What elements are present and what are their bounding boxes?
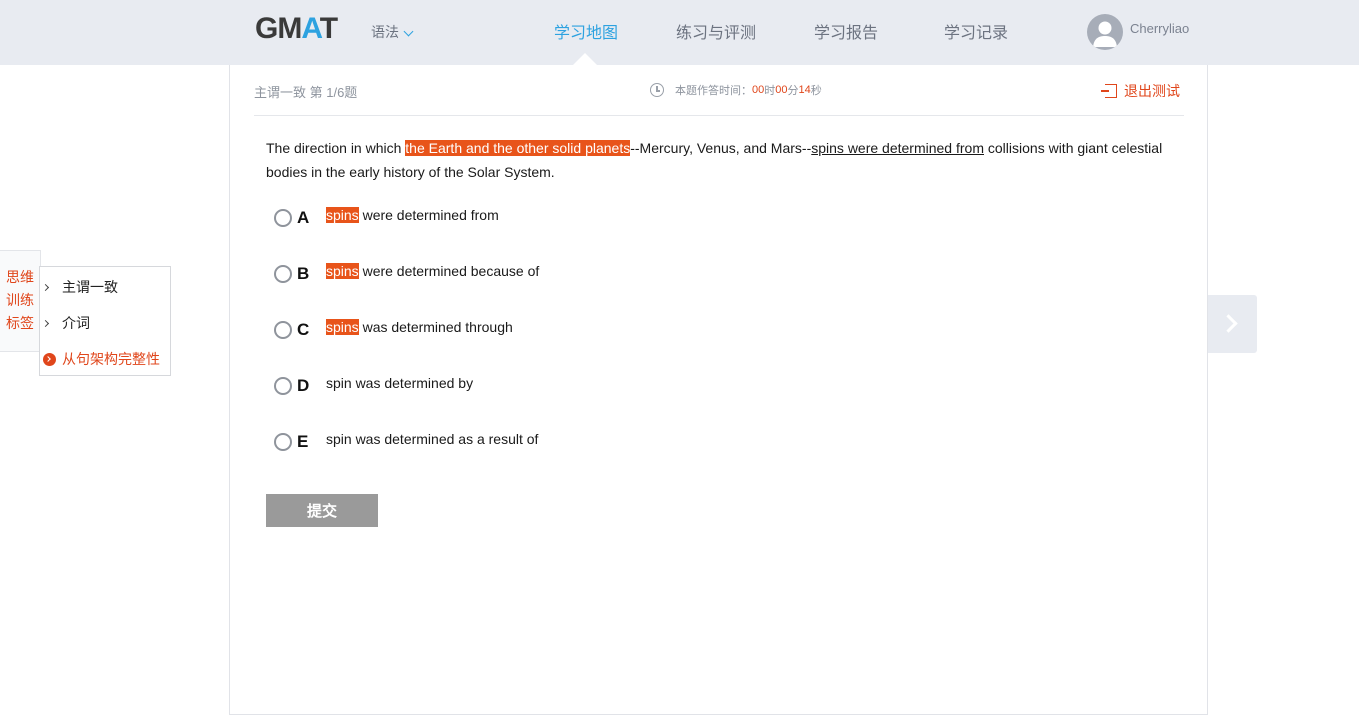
header-divider — [254, 115, 1184, 116]
tag-label: 介词 — [62, 315, 90, 331]
clock-icon — [650, 83, 664, 97]
option-e-text: spin was determined as a result of — [326, 431, 538, 447]
timer-seconds-unit: 秒 — [810, 85, 822, 97]
question-underlined-portion: spins were determined from — [811, 140, 984, 156]
nav-practice-assessment[interactable]: 练习与评测 — [676, 19, 756, 43]
option-b-highlight: spins — [326, 263, 359, 279]
top-header: GMAT 语法 学习地图 练习与评测 学习报告 学习记录 Cherryliao — [0, 0, 1359, 65]
gmat-logo[interactable]: GMAT — [255, 12, 338, 46]
chevron-right-icon — [1219, 314, 1238, 333]
next-question-button[interactable] — [1208, 295, 1257, 353]
subject-label: 语法 — [371, 24, 399, 40]
tag-item-preposition[interactable]: 介词 — [40, 313, 90, 333]
option-e-radio[interactable] — [274, 433, 292, 451]
exit-icon — [1101, 84, 1117, 98]
option-a-rest: were determined from — [358, 207, 499, 223]
question-stem: The direction in which the Earth and the… — [266, 136, 1176, 184]
subject-dropdown[interactable]: 语法 — [371, 22, 414, 42]
tag-item-clause-structure[interactable]: 从句架构完整性 — [40, 349, 160, 369]
tag-item-subject-verb-agreement[interactable]: 主谓一致 — [40, 277, 118, 297]
option-d-text: spin was determined by — [326, 375, 473, 391]
option-c-highlight: spins — [326, 319, 359, 335]
question-highlighted-subject: the Earth and the other solid planets — [405, 140, 631, 156]
option-c-rest: was determined through — [358, 319, 513, 335]
timer-minutes: 00 — [775, 84, 788, 96]
chevron-right-icon — [41, 319, 50, 328]
option-b-rest: were determined because of — [358, 263, 540, 279]
option-b-radio[interactable] — [274, 265, 292, 283]
option-a-letter: A — [297, 208, 310, 227]
option-b-letter: B — [297, 264, 310, 283]
question-text-part2: --Mercury, Venus, and Mars-- — [630, 140, 812, 156]
question-panel: 主谓一致 第 1/6题 本题作答时间： 00 时 00 分 14 秒 退出测试 … — [229, 65, 1208, 715]
option-a-highlight: spins — [326, 207, 359, 223]
question-topic-progress: 主谓一致 第 1/6题 — [254, 85, 358, 100]
exit-test-button[interactable]: 退出测试 — [1101, 81, 1180, 101]
timer-seconds: 14 — [798, 84, 811, 96]
option-a-radio[interactable] — [274, 209, 292, 227]
option-e-rest: spin was determined as a result of — [326, 431, 539, 447]
timer-hours-unit: 时 — [764, 85, 776, 97]
user-avatar-icon[interactable] — [1087, 14, 1123, 50]
answer-timer: 本题作答时间： 00 时 00 分 14 秒 — [650, 82, 822, 98]
submit-button[interactable]: 提交 — [266, 494, 378, 527]
option-a-text: spins were determined from — [326, 207, 499, 223]
option-d-rest: spin was determined by — [326, 375, 474, 391]
thinking-tags-popup: 主谓一致 介词 从句架构完整性 — [39, 266, 171, 376]
option-d-letter: D — [297, 376, 310, 395]
chevron-right-icon — [41, 283, 50, 292]
option-d-radio[interactable] — [274, 377, 292, 395]
nav-study-map[interactable]: 学习地图 — [554, 19, 618, 43]
username[interactable]: Cherryliao — [1130, 21, 1189, 36]
nav-study-report[interactable]: 学习报告 — [814, 19, 878, 43]
option-c-radio[interactable] — [274, 321, 292, 339]
logo-text-accent: A — [301, 12, 320, 45]
option-c-text: spins was determined through — [326, 319, 513, 335]
chevron-down-icon — [403, 26, 414, 37]
exit-test-label: 退出测试 — [1124, 83, 1180, 99]
tag-label: 从句架构完整性 — [62, 351, 160, 367]
option-b-text: spins were determined because of — [326, 263, 539, 279]
thinking-tags-tab-label[interactable]: 思维训练标签 — [6, 266, 36, 335]
timer-hours: 00 — [752, 84, 765, 96]
timer-label: 本题作答时间： — [675, 85, 752, 97]
option-c-letter: C — [297, 320, 310, 339]
logo-text-prefix: GM — [255, 12, 302, 45]
logo-text-suffix: T — [319, 12, 338, 45]
option-e-letter: E — [297, 432, 309, 451]
timer-minutes-unit: 分 — [787, 85, 799, 97]
nav-study-records[interactable]: 学习记录 — [944, 19, 1008, 43]
active-tag-icon — [43, 353, 56, 366]
active-nav-indicator — [573, 53, 597, 65]
tag-label: 主谓一致 — [62, 279, 118, 295]
question-text-part1: The direction in which — [266, 140, 406, 156]
